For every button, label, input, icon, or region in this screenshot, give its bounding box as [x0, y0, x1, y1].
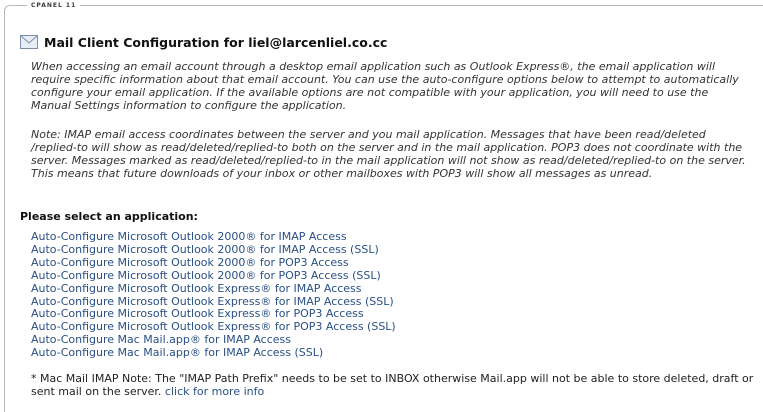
application-list: Auto-Configure Microsoft Outlook 2000® f…: [31, 230, 396, 360]
mac-mail-imap-ssl-link[interactable]: Auto-Configure Mac Mail.app® for IMAP Ac…: [31, 346, 396, 360]
outlook-2000-imap-ssl-link[interactable]: Auto-Configure Microsoft Outlook 2000® f…: [31, 243, 396, 257]
select-application-heading: Please select an application:: [20, 210, 198, 223]
mac-mail-note-text: * Mac Mail IMAP Note: The "IMAP Path Pre…: [31, 372, 754, 398]
cpanel-tab-label: CPANEL 11: [27, 1, 81, 10]
imap-note-paragraph: Note: IMAP email access coordinates betw…: [31, 128, 746, 180]
envelope-icon: [20, 35, 38, 49]
outlook-express-imap-link[interactable]: Auto-Configure Microsoft Outlook Express…: [31, 282, 396, 296]
title-row: Mail Client Configuration for liel@larce…: [20, 33, 387, 51]
page-title: Mail Client Configuration for liel@larce…: [44, 34, 388, 50]
mac-mail-note: * Mac Mail IMAP Note: The "IMAP Path Pre…: [31, 372, 756, 398]
outlook-2000-imap-link[interactable]: Auto-Configure Microsoft Outlook 2000® f…: [31, 230, 396, 244]
intro-paragraph: When accessing an email account through …: [31, 60, 739, 112]
outlook-2000-pop3-ssl-link[interactable]: Auto-Configure Microsoft Outlook 2000® f…: [31, 269, 396, 283]
more-info-link[interactable]: click for more info: [165, 385, 264, 398]
outlook-2000-pop3-link[interactable]: Auto-Configure Microsoft Outlook 2000® f…: [31, 256, 396, 270]
